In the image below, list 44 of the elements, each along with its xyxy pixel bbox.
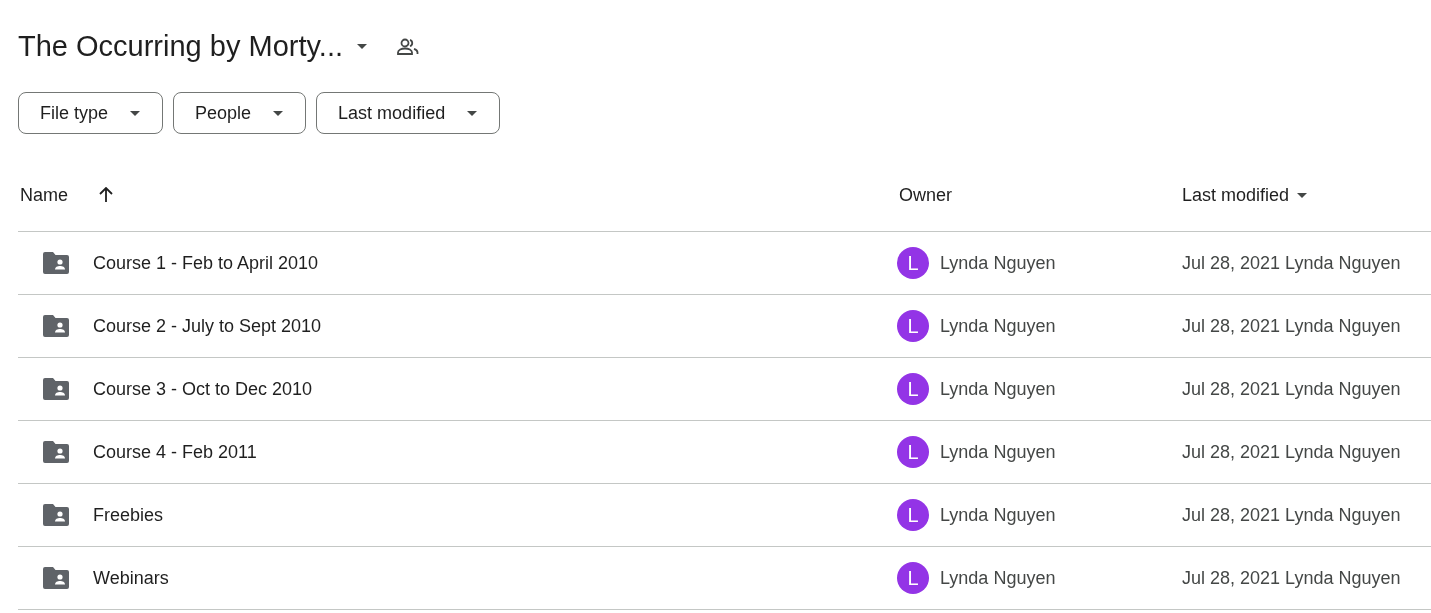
- owner-name: Lynda Nguyen: [940, 567, 1056, 589]
- modified-text: Jul 28, 2021 Lynda Nguyen: [1181, 315, 1401, 337]
- shared-folder-icon: [43, 378, 69, 400]
- owner-avatar: L: [897, 373, 929, 405]
- file-name[interactable]: Webinars: [93, 567, 169, 589]
- modified-text: Jul 28, 2021 Lynda Nguyen: [1181, 504, 1401, 526]
- modified-text: Jul 28, 2021 Lynda Nguyen: [1181, 441, 1401, 463]
- filter-dropdown[interactable]: People: [173, 92, 307, 134]
- file-name[interactable]: Course 1 - Feb to April 2010: [93, 252, 319, 274]
- shared-folder-icon: [43, 567, 69, 589]
- owner-name: Lynda Nguyen: [940, 252, 1056, 274]
- caret-icon: [357, 43, 367, 49]
- owner-name: Lynda Nguyen: [940, 315, 1056, 337]
- owner-avatar: L: [897, 499, 929, 531]
- owner-name: Lynda Nguyen: [940, 378, 1056, 400]
- shared-folder-icon: [43, 504, 69, 526]
- column-header[interactable]: Name: [18, 184, 68, 206]
- owner-avatar: L: [897, 436, 929, 468]
- shared-folder-icon: [43, 252, 69, 274]
- owner-avatar: L: [897, 562, 929, 594]
- modified-text: Jul 28, 2021 Lynda Nguyen: [1181, 252, 1401, 274]
- file-name[interactable]: Course 2 - July to Sept 2010: [93, 315, 322, 337]
- owner-avatar: L: [897, 247, 929, 279]
- filter-dropdown[interactable]: File type: [18, 92, 164, 134]
- shared-folder-icon: [43, 441, 69, 463]
- caret-icon: [273, 110, 284, 116]
- modified-text: Jul 28, 2021 Lynda Nguyen: [1181, 378, 1401, 400]
- owner-name: Lynda Nguyen: [940, 504, 1056, 526]
- column-header[interactable]: Owner: [897, 184, 952, 206]
- owner-avatar: L: [897, 310, 929, 342]
- modified-text: Jul 28, 2021 Lynda Nguyen: [1181, 567, 1401, 589]
- file-name[interactable]: Course 4 - Feb 2011: [93, 441, 257, 463]
- column-header[interactable]: Last modified: [1180, 184, 1290, 206]
- shared-folder-icon: [43, 315, 69, 337]
- owner-name: Lynda Nguyen: [940, 441, 1056, 463]
- filter-dropdown[interactable]: Last modified: [316, 92, 501, 134]
- caret-icon: [130, 110, 141, 116]
- sort-up-arrow-icon[interactable]: [98, 187, 114, 203]
- folder-title-dropdown[interactable]: The Occurring by Morty...: [18, 29, 375, 63]
- shared-people-icon[interactable]: [397, 37, 419, 55]
- caret-icon: [467, 110, 478, 116]
- file-name[interactable]: Freebies: [93, 504, 164, 526]
- file-name[interactable]: Course 3 - Oct to Dec 2010: [93, 378, 313, 400]
- sort-caret-icon: [1297, 192, 1308, 198]
